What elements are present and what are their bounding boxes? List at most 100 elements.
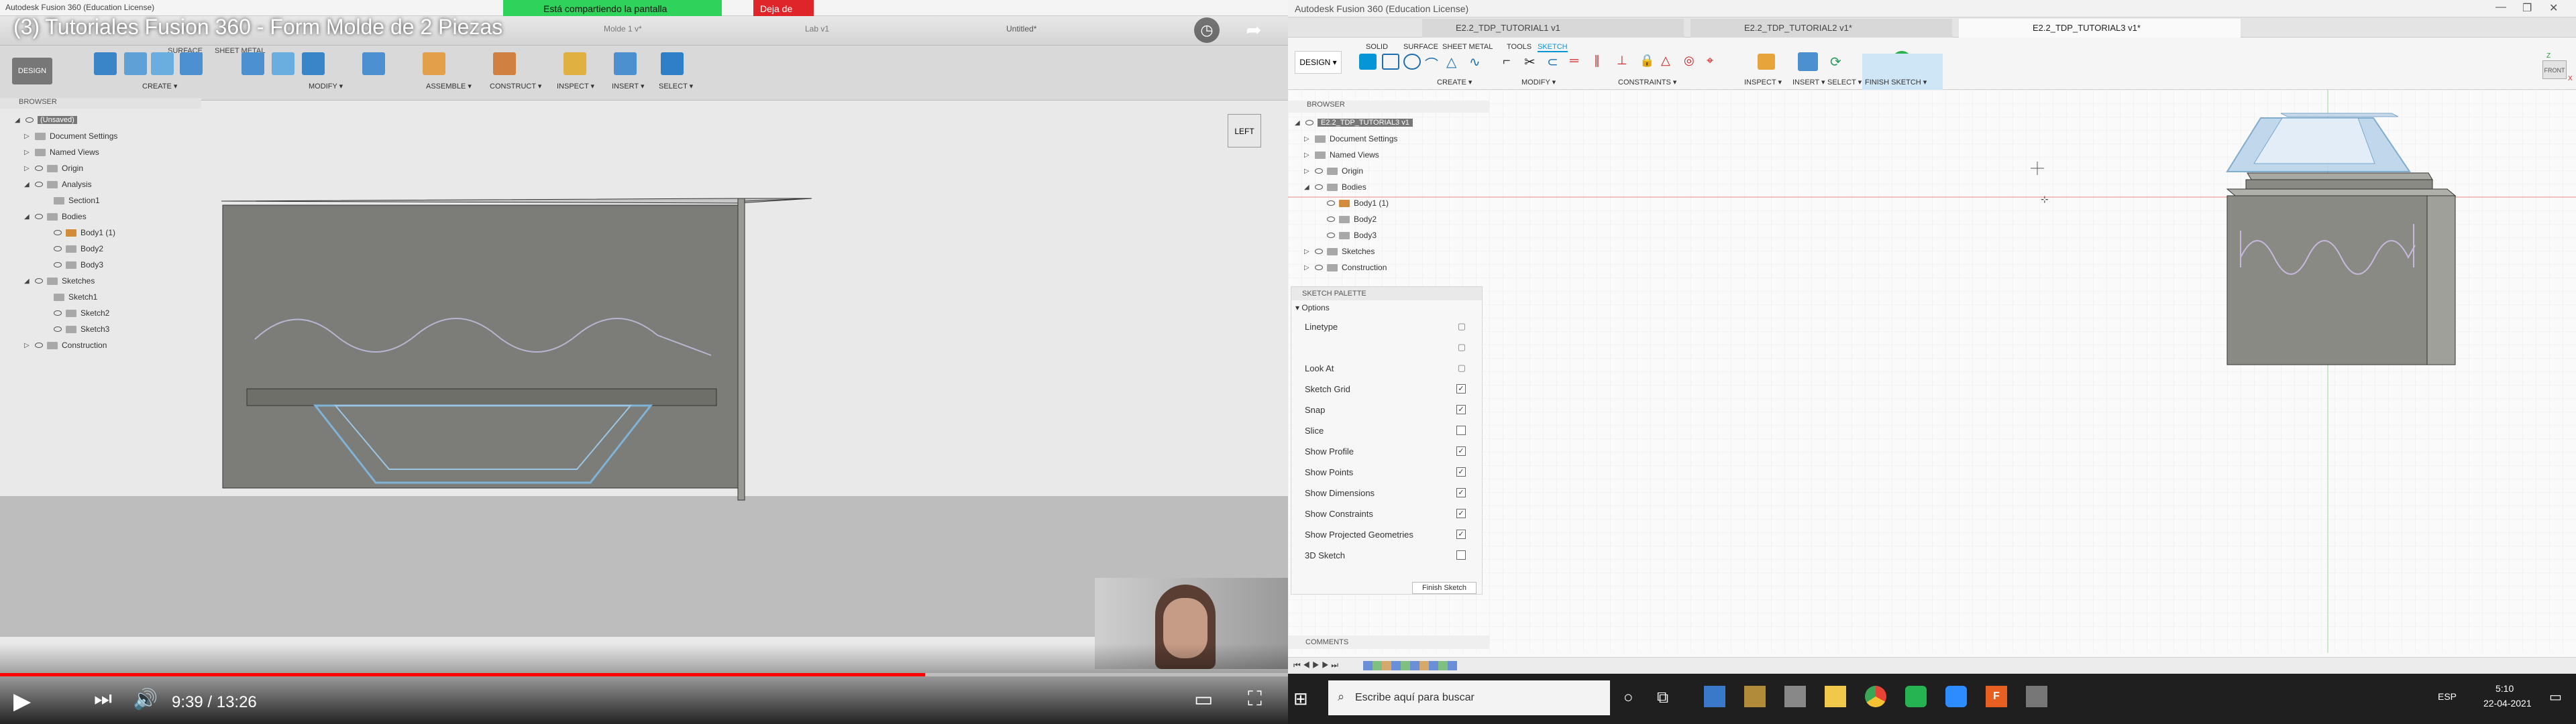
timeline-features[interactable] bbox=[1363, 661, 1457, 670]
design-workspace-button[interactable]: DESIGN ▾ bbox=[1295, 51, 1342, 74]
watch-later-icon[interactable]: ◷ bbox=[1194, 17, 1220, 43]
palette-row[interactable]: Linetype ▢ bbox=[1305, 316, 1466, 337]
palette-checkbox[interactable]: ✓ bbox=[1456, 530, 1466, 539]
fusion-icon[interactable]: F bbox=[1986, 686, 2007, 707]
taskbar-search-box[interactable]: ⌕ Escribe aquí para buscar bbox=[1328, 680, 1610, 715]
palette-checkbox[interactable]: ✓ bbox=[1456, 467, 1466, 477]
concentric-icon[interactable]: ◎ bbox=[1684, 54, 1701, 70]
maximize-icon[interactable]: ❐ bbox=[2522, 1, 2532, 15]
constraints-group-label[interactable]: CONSTRAINTS ▾ bbox=[1618, 78, 1676, 86]
select-icon[interactable]: ⟳ bbox=[1830, 54, 1847, 70]
tree-item-construction[interactable]: Construction bbox=[1342, 263, 1387, 272]
ribbon-tab-sketch[interactable]: SKETCH bbox=[1538, 43, 1568, 52]
tree-root[interactable]: E2.2_TDP_TUTORIAL3 v1 bbox=[1318, 119, 1413, 127]
inspect-group-label[interactable]: INSPECT ▾ bbox=[1744, 78, 1782, 86]
cast-icon[interactable]: ▭ bbox=[1194, 688, 1213, 711]
palette-row[interactable]: 3D Sketch bbox=[1305, 545, 1466, 565]
tree-item-document-settings[interactable]: Document Settings bbox=[1330, 134, 1397, 143]
polygon-icon[interactable]: △ bbox=[1446, 54, 1464, 70]
tree-item-body1[interactable]: Body1 (1) bbox=[1354, 198, 1389, 208]
store-icon[interactable] bbox=[1744, 686, 1766, 707]
palette-row[interactable]: Show Dimensions ✓ bbox=[1305, 483, 1466, 503]
palette-row[interactable]: Slice bbox=[1305, 420, 1466, 440]
palette-checkbox[interactable]: ✓ bbox=[1456, 384, 1466, 394]
stop-share-button[interactable]: Deja de bbox=[753, 0, 814, 17]
insert-group-label[interactable]: INSERT ▾ bbox=[1792, 78, 1825, 86]
doc-tab-2[interactable]: E2.2_TDP_TUTORIAL2 v1* bbox=[1690, 19, 1952, 38]
volume-icon[interactable]: 🔊 bbox=[133, 688, 158, 711]
video-design-button[interactable]: DESIGN bbox=[12, 58, 52, 84]
fullscreen-icon[interactable]: ⛶ bbox=[1248, 688, 1262, 711]
taskbar-app-icon[interactable] bbox=[2026, 686, 2047, 707]
fix-constraint-icon[interactable]: 🔒 bbox=[1640, 54, 1657, 70]
comments-bar[interactable]: COMMENTS bbox=[1288, 636, 1489, 649]
palette-checkbox[interactable]: ✓ bbox=[1456, 446, 1466, 456]
zoom-icon[interactable] bbox=[1945, 686, 1967, 707]
clock-date[interactable]: 22-04-2021 bbox=[2483, 698, 2532, 709]
palette-row[interactable]: Snap ✓ bbox=[1305, 400, 1466, 420]
ribbon-tab-tools[interactable]: TOOLS bbox=[1507, 43, 1532, 51]
taskbar-app-icon[interactable] bbox=[1704, 686, 1725, 707]
trim-icon[interactable]: ✂ bbox=[1524, 54, 1542, 70]
palette-row-icon[interactable]: ▢ bbox=[1458, 342, 1466, 353]
clock-time[interactable]: 5:10 bbox=[2496, 683, 2514, 694]
palette-row[interactable]: ▢ bbox=[1305, 337, 1466, 357]
palette-row[interactable]: Show Profile ✓ bbox=[1305, 441, 1466, 461]
ribbon-tab-solid[interactable]: SOLID bbox=[1366, 43, 1388, 51]
finish-sketch-palette-button[interactable]: Finish Sketch bbox=[1412, 582, 1477, 594]
palette-row-icon[interactable]: ▢ bbox=[1458, 363, 1466, 373]
palette-row-icon[interactable]: ▢ bbox=[1458, 321, 1466, 332]
next-icon[interactable]: ⏭ bbox=[94, 688, 112, 711]
select-group-label[interactable]: SELECT ▾ bbox=[1827, 78, 1862, 86]
equal-icon[interactable]: △ bbox=[1661, 54, 1678, 70]
palette-checkbox[interactable] bbox=[1456, 550, 1466, 560]
circle-icon[interactable] bbox=[1403, 54, 1421, 70]
windows-start-icon[interactable]: ⊞ bbox=[1293, 688, 1308, 709]
palette-checkbox[interactable]: ✓ bbox=[1456, 405, 1466, 414]
language-indicator[interactable]: ESP bbox=[2438, 691, 2457, 702]
measure-icon[interactable] bbox=[1758, 54, 1775, 70]
share-icon[interactable]: ➦ bbox=[1241, 17, 1267, 43]
palette-row[interactable]: Show Constraints ✓ bbox=[1305, 503, 1466, 524]
chrome-icon[interactable] bbox=[1865, 686, 1886, 707]
palette-checkbox[interactable] bbox=[1456, 426, 1466, 435]
rectangle-icon[interactable] bbox=[1382, 54, 1399, 70]
doc-tab-1[interactable]: E2.2_TDP_TUTORIAL1 v1 bbox=[1422, 19, 1684, 38]
taskbar-app-icon[interactable] bbox=[1784, 686, 1806, 707]
task-view-icon[interactable]: ⧉ bbox=[1657, 688, 1668, 707]
palette-row[interactable]: Sketch Grid ✓ bbox=[1305, 379, 1466, 399]
spline-icon[interactable]: ∿ bbox=[1469, 54, 1487, 70]
palette-row[interactable]: Show Projected Geometries ✓ bbox=[1305, 524, 1466, 544]
parallel-constraint-icon[interactable]: ∥ bbox=[1594, 54, 1611, 70]
modify-group-label[interactable]: MODIFY ▾ bbox=[1521, 78, 1556, 86]
ribbon-tab-sheet-metal[interactable]: SHEET METAL bbox=[1442, 43, 1493, 51]
play-icon[interactable]: ▶ bbox=[13, 688, 31, 715]
palette-row[interactable]: Show Points ✓ bbox=[1305, 462, 1466, 482]
create-group-label[interactable]: CREATE ▾ bbox=[1437, 78, 1472, 86]
palette-options-header[interactable]: ▾ Options bbox=[1295, 303, 1330, 312]
viewcube[interactable]: FRONT bbox=[2542, 60, 2567, 79]
tree-item-origin[interactable]: Origin bbox=[1342, 166, 1363, 176]
tree-item-body3[interactable]: Body3 bbox=[1354, 231, 1377, 240]
video-player[interactable]: Autodesk Fusion 360 (Education License) … bbox=[0, 0, 1288, 724]
ribbon-tab-surface[interactable]: SURFACE bbox=[1403, 43, 1438, 51]
tree-item-body2[interactable]: Body2 bbox=[1354, 215, 1377, 224]
insert-image-icon[interactable] bbox=[1798, 52, 1818, 71]
tree-item-named-views[interactable]: Named Views bbox=[1330, 150, 1379, 160]
palette-checkbox[interactable]: ✓ bbox=[1456, 488, 1466, 497]
video-progress-track[interactable] bbox=[0, 673, 1288, 676]
palette-checkbox[interactable]: ✓ bbox=[1456, 509, 1466, 518]
minimize-icon[interactable]: — bbox=[2496, 1, 2506, 13]
midpoint-icon[interactable]: ⌖ bbox=[1707, 54, 1724, 70]
doc-tab-3[interactable]: E2.2_TDP_TUTORIAL3 v1* bbox=[1959, 19, 2241, 38]
fillet-sketch-icon[interactable]: ⌐ bbox=[1503, 54, 1520, 70]
finish-sketch-button[interactable]: FINISH SKETCH ▾ bbox=[1862, 54, 1943, 90]
palette-row[interactable]: Look At ▢ bbox=[1305, 358, 1466, 378]
horizontal-constraint-icon[interactable]: ═ bbox=[1570, 54, 1587, 70]
timeline-play-controls[interactable]: ⏮ ◀ ▶ ▶ ⏭ bbox=[1293, 660, 1338, 670]
file-explorer-icon[interactable] bbox=[1825, 686, 1846, 707]
video-viewcube[interactable]: LEFT bbox=[1228, 114, 1261, 147]
whatsapp-icon[interactable] bbox=[1905, 686, 1927, 707]
line-icon[interactable] bbox=[1359, 54, 1377, 70]
close-icon[interactable]: ✕ bbox=[2549, 1, 2558, 15]
